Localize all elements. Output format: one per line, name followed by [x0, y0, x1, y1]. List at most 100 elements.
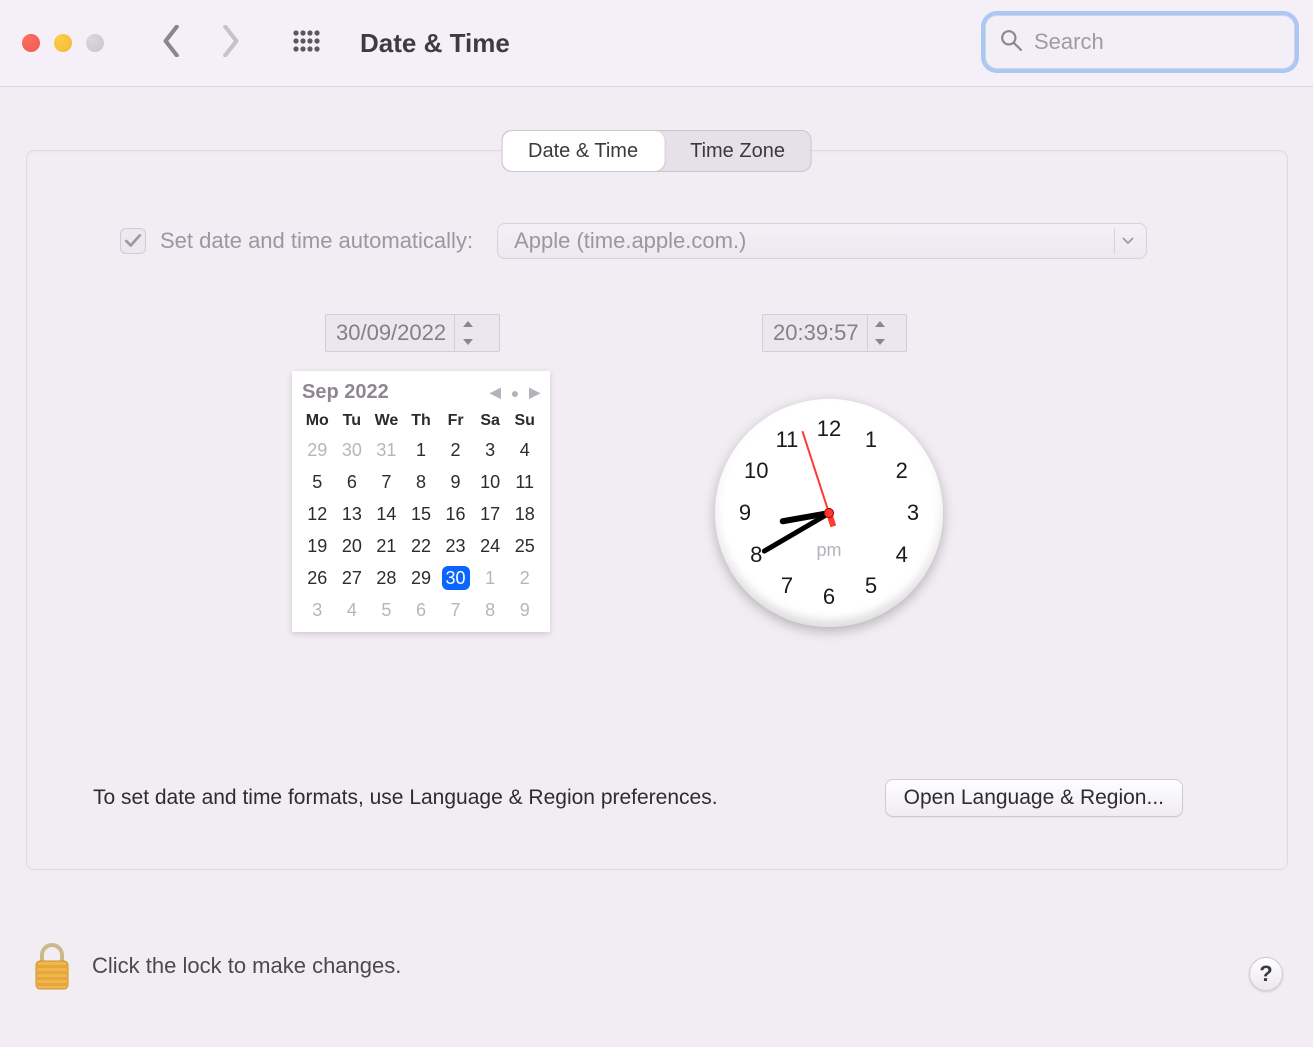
- calendar-day[interactable]: 28: [372, 566, 400, 590]
- search-icon: [1000, 29, 1032, 56]
- calendar-day[interactable]: 17: [476, 502, 504, 526]
- calendar-day[interactable]: 1: [476, 566, 504, 590]
- back-button[interactable]: [162, 25, 182, 62]
- auto-datetime-checkbox[interactable]: [120, 228, 146, 254]
- calendar-day[interactable]: 1: [407, 438, 435, 462]
- main-panel: Set date and time automatically: Apple (…: [26, 150, 1288, 870]
- calendar[interactable]: Sep 2022 ◀ ● ▶ MoTuWeThFrSaSu29303112345…: [292, 371, 550, 632]
- clock-number: 9: [739, 500, 751, 526]
- calendar-weekday: We: [369, 412, 404, 430]
- clock-number: 5: [865, 573, 877, 599]
- lock-row: Click the lock to make changes.: [32, 941, 401, 991]
- calendar-day[interactable]: 4: [338, 598, 366, 622]
- calendar-day[interactable]: 7: [442, 598, 470, 622]
- calendar-day[interactable]: 19: [303, 534, 331, 558]
- time-step-down[interactable]: [868, 333, 893, 351]
- titlebar: Date & Time: [0, 0, 1313, 87]
- calendar-day[interactable]: 29: [407, 566, 435, 590]
- chevron-down-icon: [1114, 228, 1140, 254]
- calendar-day[interactable]: 24: [476, 534, 504, 558]
- calendar-day[interactable]: 26: [303, 566, 331, 590]
- calendar-day[interactable]: 5: [303, 470, 331, 494]
- fullscreen-window-button[interactable]: [86, 34, 104, 52]
- calendar-day[interactable]: 3: [476, 438, 504, 462]
- calendar-day[interactable]: 5: [372, 598, 400, 622]
- calendar-day[interactable]: 31: [372, 438, 400, 462]
- minimize-window-button[interactable]: [54, 34, 72, 52]
- date-stepper[interactable]: 30/09/2022: [325, 314, 500, 352]
- calendar-day[interactable]: 2: [442, 438, 470, 462]
- analog-clock: pm 121234567891011: [715, 399, 943, 627]
- calendar-day[interactable]: 7: [372, 470, 400, 494]
- calendar-day[interactable]: 29: [303, 438, 331, 462]
- calendar-day[interactable]: 11: [511, 470, 539, 494]
- calendar-day[interactable]: 30: [338, 438, 366, 462]
- calendar-day[interactable]: 9: [511, 598, 539, 622]
- calendar-day[interactable]: 14: [372, 502, 400, 526]
- nav-arrows: [162, 25, 240, 62]
- clock-ampm-label: pm: [816, 540, 841, 561]
- forward-button[interactable]: [220, 25, 240, 62]
- tab-date-time[interactable]: Date & Time: [502, 131, 664, 171]
- time-server-value: Apple (time.apple.com.): [514, 228, 746, 254]
- calendar-day[interactable]: 10: [476, 470, 504, 494]
- close-window-button[interactable]: [22, 34, 40, 52]
- calendar-next-month-icon[interactable]: ▶: [529, 384, 540, 401]
- calendar-weekday: Tu: [335, 412, 370, 430]
- tab-time-zone[interactable]: Time Zone: [664, 131, 811, 171]
- calendar-day[interactable]: 3: [303, 598, 331, 622]
- search-input[interactable]: [1032, 28, 1280, 56]
- calendar-prev-month-icon[interactable]: ◀: [490, 384, 501, 401]
- format-hint-row: To set date and time formats, use Langua…: [93, 779, 1183, 817]
- clock-number: 1: [865, 427, 877, 453]
- date-stepper-arrows[interactable]: [454, 315, 480, 351]
- lock-hint-text: Click the lock to make changes.: [92, 953, 401, 979]
- lock-icon[interactable]: [32, 941, 72, 991]
- clock-number: 11: [776, 427, 799, 453]
- calendar-day[interactable]: 4: [511, 438, 539, 462]
- time-server-combo[interactable]: Apple (time.apple.com.): [497, 223, 1147, 259]
- date-step-up[interactable]: [455, 315, 480, 333]
- calendar-day[interactable]: 15: [407, 502, 435, 526]
- clock-number: 10: [744, 458, 768, 484]
- calendar-day[interactable]: 8: [476, 598, 504, 622]
- calendar-day[interactable]: 2: [511, 566, 539, 590]
- calendar-day[interactable]: 21: [372, 534, 400, 558]
- time-stepper-arrows[interactable]: [867, 315, 893, 351]
- calendar-day[interactable]: 6: [407, 598, 435, 622]
- calendar-day[interactable]: 18: [511, 502, 539, 526]
- calendar-day[interactable]: 30: [442, 566, 470, 590]
- calendar-weekday: Fr: [438, 412, 473, 430]
- calendar-month-label: Sep 2022: [302, 381, 389, 404]
- open-language-region-button[interactable]: Open Language & Region...: [885, 779, 1183, 817]
- calendar-day[interactable]: 16: [442, 502, 470, 526]
- calendar-day[interactable]: 23: [442, 534, 470, 558]
- show-all-icon[interactable]: [292, 29, 320, 57]
- calendar-day[interactable]: 27: [338, 566, 366, 590]
- window-controls: [22, 34, 104, 52]
- clock-number: 12: [817, 416, 841, 442]
- calendar-weekday: Mo: [300, 412, 335, 430]
- calendar-today-icon[interactable]: ●: [511, 385, 519, 401]
- time-field-value: 20:39:57: [773, 320, 859, 346]
- date-step-down[interactable]: [455, 333, 480, 351]
- calendar-day[interactable]: 9: [442, 470, 470, 494]
- help-button[interactable]: ?: [1249, 957, 1283, 991]
- calendar-day[interactable]: 20: [338, 534, 366, 558]
- calendar-day[interactable]: 12: [303, 502, 331, 526]
- auto-datetime-label: Set date and time automatically:: [160, 228, 473, 254]
- calendar-day[interactable]: 22: [407, 534, 435, 558]
- search-field[interactable]: [985, 15, 1295, 69]
- time-stepper[interactable]: 20:39:57: [762, 314, 907, 352]
- calendar-day[interactable]: 8: [407, 470, 435, 494]
- page-title: Date & Time: [360, 28, 510, 59]
- date-field-value: 30/09/2022: [336, 320, 446, 346]
- calendar-day[interactable]: 13: [338, 502, 366, 526]
- calendar-weekday: Th: [404, 412, 439, 430]
- time-step-up[interactable]: [868, 315, 893, 333]
- calendar-day[interactable]: 6: [338, 470, 366, 494]
- calendar-day[interactable]: 25: [511, 534, 539, 558]
- auto-datetime-row: Set date and time automatically: Apple (…: [120, 223, 1147, 259]
- clock-number: 7: [781, 573, 793, 599]
- clock-number: 3: [907, 500, 919, 526]
